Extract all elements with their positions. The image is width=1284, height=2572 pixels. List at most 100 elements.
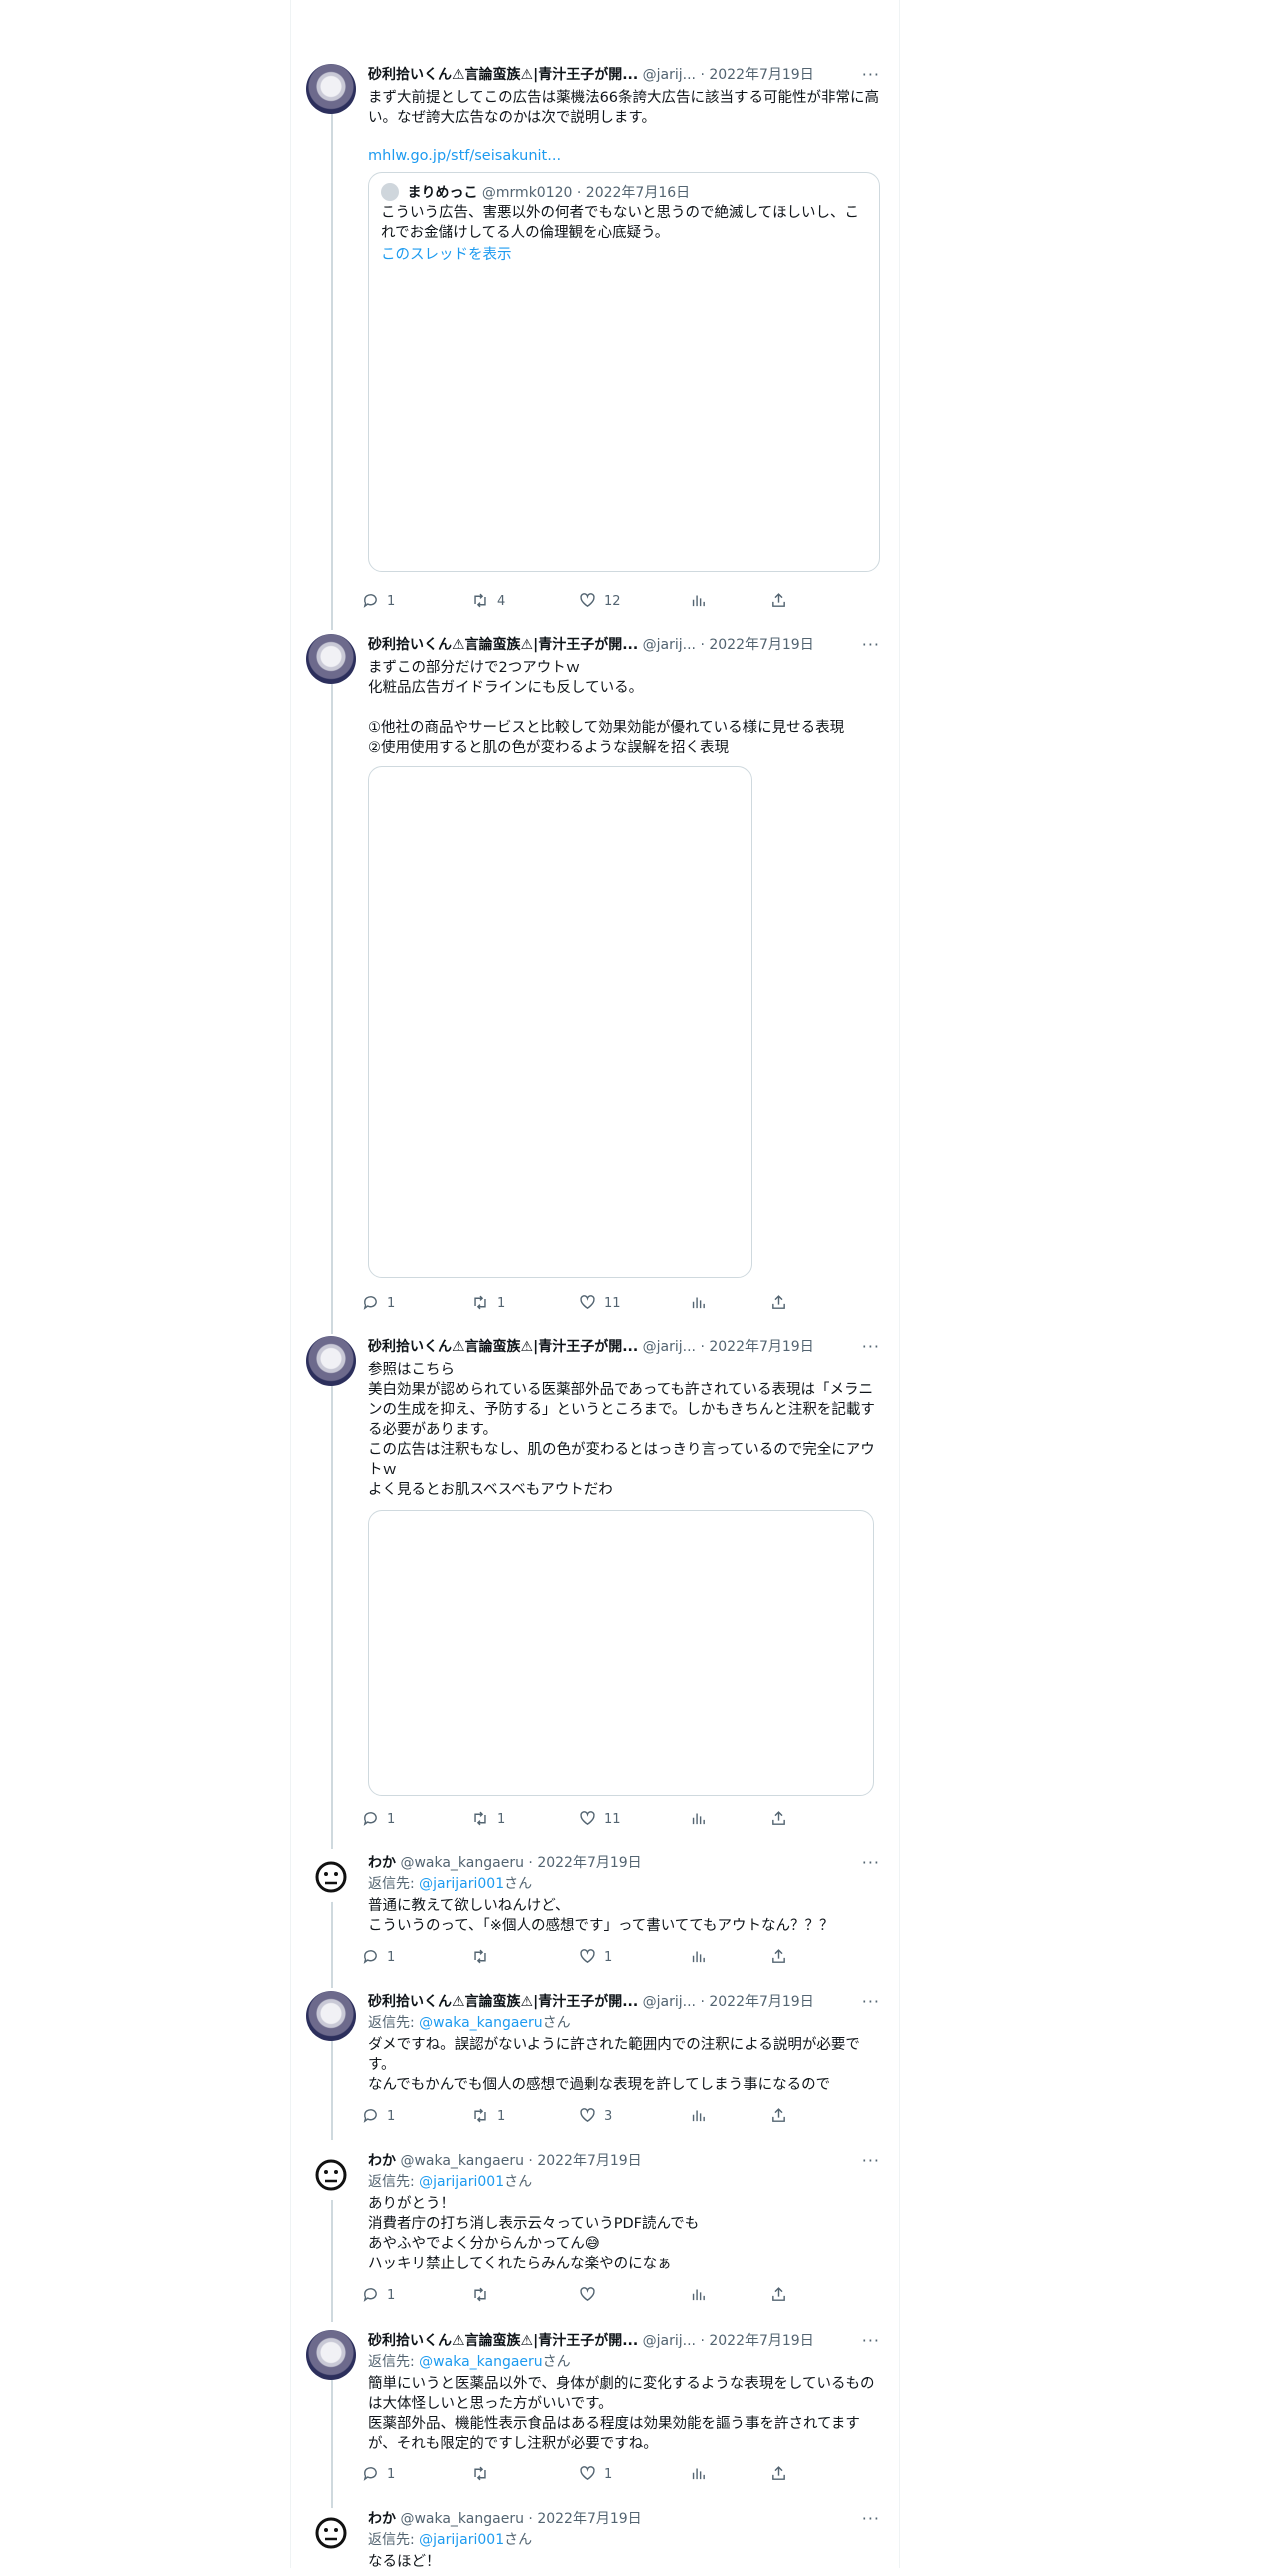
like-icon xyxy=(580,2108,595,2123)
author-name[interactable]: わか xyxy=(368,2508,396,2530)
tweet-image[interactable] xyxy=(368,766,752,1278)
reply-button[interactable]: 1 xyxy=(362,1293,395,1315)
reply-button[interactable]: 1 xyxy=(362,2106,395,2128)
more-icon[interactable]: ··· xyxy=(862,2330,880,2352)
more-icon[interactable]: ··· xyxy=(862,2508,880,2530)
retweet-button[interactable]: 4 xyxy=(471,591,505,613)
share-button[interactable] xyxy=(770,1947,787,1969)
share-icon xyxy=(772,2466,785,2480)
share-button[interactable] xyxy=(770,1809,787,1831)
retweet-button[interactable] xyxy=(471,2464,497,2486)
quoted-tweet[interactable]: まりめっこ @mrmk0120 · 2022年7月16日 こういう広告、害悪以外… xyxy=(368,172,880,572)
more-icon[interactable]: ··· xyxy=(862,1991,880,2013)
author-handle[interactable]: @jarij... xyxy=(643,1994,696,2010)
views-button[interactable] xyxy=(690,591,707,613)
like-button[interactable]: 1 xyxy=(579,2464,612,2486)
reply-mention[interactable]: @jarijari001 xyxy=(419,1876,504,1892)
reply-mention[interactable]: @waka_kangaeru xyxy=(419,2354,543,2370)
reply-mention[interactable]: @waka_kangaeru xyxy=(419,2015,543,2031)
reply-mention[interactable]: @jarijari001 xyxy=(419,2174,504,2190)
share-button[interactable] xyxy=(770,2106,787,2128)
author-handle[interactable]: @waka_kangaeru xyxy=(400,2511,524,2527)
tweet-actions: 1 1 xyxy=(362,2464,882,2486)
views-button[interactable] xyxy=(690,1947,707,1969)
author-name[interactable]: 砂利拾いくん⚠言論蛮族⚠|青汁王子が開... xyxy=(368,2330,638,2352)
separator: · xyxy=(700,1339,705,1355)
tweet-text: まずこの部分だけで2つアウトｗ 化粧品広告ガイドラインにも反している。 ①他社の… xyxy=(368,660,845,756)
reply-prefix: 返信先: xyxy=(368,2354,420,2370)
author-name[interactable]: 砂利拾いくん⚠言論蛮族⚠|青汁王子が開... xyxy=(368,634,638,656)
retweet-button[interactable]: 1 xyxy=(471,1293,505,1315)
author-name[interactable]: わか xyxy=(368,2150,396,2172)
more-icon[interactable]: ··· xyxy=(862,2150,880,2172)
reply-icon xyxy=(363,1950,377,1964)
avatar[interactable] xyxy=(306,1336,356,1386)
reply-mention[interactable]: @jarijari001 xyxy=(419,2532,504,2548)
views-button[interactable] xyxy=(690,1809,707,1831)
like-button[interactable]: 11 xyxy=(579,1293,621,1315)
avatar[interactable] xyxy=(306,634,356,684)
author-name[interactable]: 砂利拾いくん⚠言論蛮族⚠|青汁王子が開... xyxy=(368,1991,638,2013)
avatar[interactable] xyxy=(306,2330,356,2380)
like-button[interactable]: 3 xyxy=(579,2106,612,2128)
reply-button[interactable]: 1 xyxy=(362,591,395,613)
author-handle[interactable]: @jarij... xyxy=(643,2333,696,2349)
neutral-face-icon xyxy=(315,1861,347,1893)
views-button[interactable] xyxy=(690,2106,707,2128)
share-button[interactable] xyxy=(770,1293,787,1315)
author-handle[interactable]: @jarij... xyxy=(643,67,696,83)
tweet-date[interactable]: 2022年7月19日 xyxy=(709,637,813,653)
tweet-date[interactable]: 2022年7月19日 xyxy=(709,67,813,83)
avatar[interactable] xyxy=(306,2150,356,2200)
avatar[interactable] xyxy=(306,2508,356,2558)
author-name[interactable]: 砂利拾いくん⚠言論蛮族⚠|青汁王子が開... xyxy=(368,1336,638,1358)
tweet-image[interactable] xyxy=(368,1510,874,1796)
reply-button[interactable]: 1 xyxy=(362,2464,395,2486)
reply-button[interactable]: 1 xyxy=(362,1809,395,1831)
tweet-date[interactable]: 2022年7月19日 xyxy=(537,2511,641,2527)
reply-prefix: 返信先: xyxy=(368,2532,420,2548)
author-handle[interactable]: @jarij... xyxy=(643,1339,696,1355)
avatar[interactable] xyxy=(306,1852,356,1902)
share-button[interactable] xyxy=(770,2464,787,2486)
like-button[interactable]: 11 xyxy=(579,1809,621,1831)
views-button[interactable] xyxy=(690,1293,707,1315)
retweet-count: 1 xyxy=(497,2109,506,2124)
tweet-date[interactable]: 2022年7月19日 xyxy=(709,1339,813,1355)
retweet-button[interactable]: 1 xyxy=(471,2106,505,2128)
reply-button[interactable]: 1 xyxy=(362,1947,395,1969)
views-icon xyxy=(692,1951,705,1963)
avatar[interactable] xyxy=(306,1991,356,2041)
retweet-button[interactable] xyxy=(471,2285,497,2307)
more-icon[interactable]: ··· xyxy=(862,1852,880,1874)
like-count: 12 xyxy=(604,594,621,609)
author-handle[interactable]: @waka_kangaeru xyxy=(400,2153,524,2169)
author-name[interactable]: 砂利拾いくん⚠言論蛮族⚠|青汁王子が開... xyxy=(368,64,638,86)
share-button[interactable] xyxy=(770,2285,787,2307)
more-icon[interactable]: ··· xyxy=(862,1336,880,1358)
tweet-date[interactable]: 2022年7月19日 xyxy=(537,1855,641,1871)
retweet-button[interactable]: 1 xyxy=(471,1809,505,1831)
tweet-link[interactable]: mhlw.go.jp/stf/seisakunit... xyxy=(368,146,880,166)
like-button[interactable]: 1 xyxy=(579,1947,612,1969)
views-button[interactable] xyxy=(690,2285,707,2307)
like-button[interactable]: 12 xyxy=(579,591,621,613)
retweet-button[interactable] xyxy=(471,1947,497,1969)
author-name[interactable]: わか xyxy=(368,1852,396,1874)
tweet-date[interactable]: 2022年7月19日 xyxy=(709,1994,813,2010)
reply-button[interactable]: 1 xyxy=(362,2285,395,2307)
reply-icon xyxy=(363,1812,377,1826)
share-button[interactable] xyxy=(770,591,787,613)
author-handle[interactable]: @jarij... xyxy=(643,637,696,653)
tweet-date[interactable]: 2022年7月19日 xyxy=(537,2153,641,2169)
author-handle[interactable]: @waka_kangaeru xyxy=(400,1855,524,1871)
views-button[interactable] xyxy=(690,2464,707,2486)
tweet-date[interactable]: 2022年7月19日 xyxy=(709,2333,813,2349)
show-thread-link[interactable]: このスレッドを表示 xyxy=(381,245,867,265)
avatar[interactable] xyxy=(306,64,356,114)
more-icon[interactable]: ··· xyxy=(862,634,880,656)
like-button[interactable] xyxy=(579,2285,604,2307)
more-icon[interactable]: ··· xyxy=(862,64,880,86)
quote-handle: @mrmk0120 xyxy=(481,185,573,201)
reply-prefix: 返信先: xyxy=(368,2015,420,2031)
